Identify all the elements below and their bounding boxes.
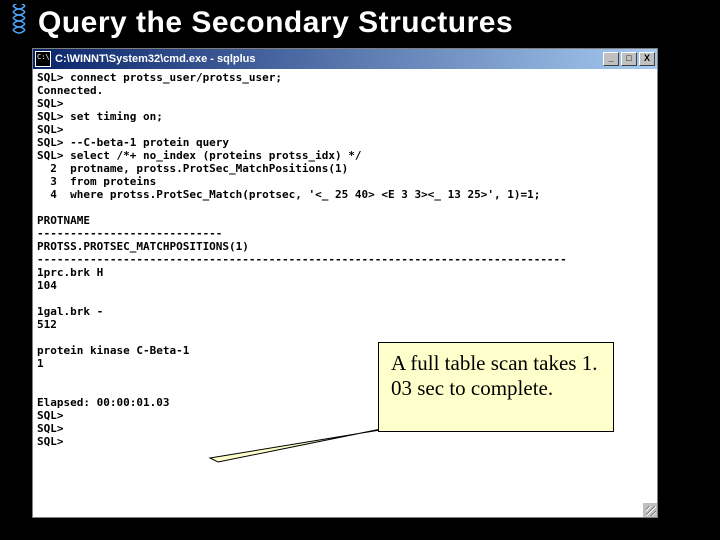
minimize-button[interactable]: _ <box>603 52 619 66</box>
resize-grip[interactable] <box>643 503 657 517</box>
cmd-window: C:\WINNT\System32\cmd.exe - sqlplus _ □ … <box>32 48 658 518</box>
terminal-output[interactable]: SQL> connect protss_user/protss_user; Co… <box>33 69 657 517</box>
cmd-icon <box>35 51 51 67</box>
slide-title-text: Query the Secondary Structures <box>38 6 513 39</box>
dna-icon <box>6 4 32 36</box>
window-controls: _ □ X <box>603 52 655 66</box>
annotation-callout: A full table scan takes 1. 03 sec to com… <box>378 342 614 432</box>
close-button[interactable]: X <box>639 52 655 66</box>
maximize-button[interactable]: □ <box>621 52 637 66</box>
annotation-text: A full table scan takes 1. 03 sec to com… <box>391 351 597 400</box>
titlebar[interactable]: C:\WINNT\System32\cmd.exe - sqlplus _ □ … <box>33 49 657 69</box>
slide-title: Query the Secondary Structures <box>0 0 720 46</box>
window-title: C:\WINNT\System32\cmd.exe - sqlplus <box>55 53 603 65</box>
